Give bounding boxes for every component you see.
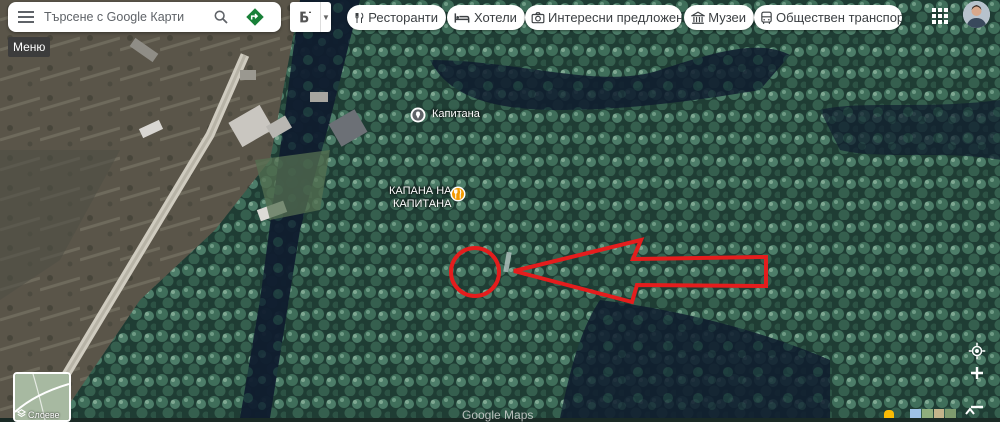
layers-icon xyxy=(17,409,26,418)
chip-hotels[interactable]: Хотели xyxy=(447,5,525,30)
search-button[interactable] xyxy=(204,2,238,32)
zoom-in-button[interactable] xyxy=(966,362,988,384)
chevron-up-icon xyxy=(965,407,975,415)
apps-grid-icon xyxy=(932,8,948,24)
plus-icon xyxy=(971,367,983,379)
chip-things-to-do[interactable]: Интересни предложения xyxy=(525,5,682,30)
chip-label: Музеи xyxy=(708,10,746,25)
my-location-icon xyxy=(968,342,986,360)
hamburger-menu-icon xyxy=(18,11,34,23)
layers-label: Слоеве xyxy=(28,410,60,420)
layer-switch-button[interactable]: ▼ xyxy=(290,2,331,32)
place-label-line2: КАПИТАНА xyxy=(393,198,452,210)
menu-button[interactable] xyxy=(8,2,44,32)
google-apps-button[interactable] xyxy=(930,6,950,26)
search-input[interactable] xyxy=(44,10,204,24)
directions-button[interactable] xyxy=(238,2,272,32)
camera-icon xyxy=(531,11,545,23)
place-pin-icon xyxy=(410,107,426,123)
place-label-line1: КАПАНА НА xyxy=(389,185,452,197)
imagery-thumbnails[interactable] xyxy=(910,409,956,418)
place-marker-kapana-na-kapitana[interactable]: КАПАНА НА КАПИТАНА xyxy=(385,183,475,213)
my-location-button[interactable] xyxy=(966,340,988,362)
layers-thumbnail[interactable]: Слоеве xyxy=(13,372,71,422)
search-icon xyxy=(214,10,228,24)
more-imagery-button[interactable] xyxy=(962,404,978,418)
chip-label: Интересни предложения xyxy=(548,10,682,25)
place-marker-kapitana[interactable]: Капитана xyxy=(409,106,519,126)
chip-museums[interactable]: Музеи xyxy=(684,5,754,30)
transit-layer-icon xyxy=(300,11,311,23)
chip-restaurants[interactable]: Ресторанти xyxy=(347,5,446,30)
google-maps-attribution: Google Maps xyxy=(462,408,534,422)
bus-icon xyxy=(761,11,772,24)
chip-label: Ресторанти xyxy=(368,10,438,25)
chip-label: Обществен транспорт xyxy=(776,10,902,25)
search-box xyxy=(8,2,281,32)
chevron-down-icon: ▼ xyxy=(322,12,330,22)
pegman-icon[interactable] xyxy=(884,410,894,418)
bed-icon xyxy=(454,12,470,23)
chip-label: Хотели xyxy=(474,10,517,25)
chip-transit[interactable]: Обществен транспорт xyxy=(754,5,902,30)
satellite-map[interactable] xyxy=(0,0,1000,418)
museum-icon xyxy=(690,10,705,24)
directions-icon xyxy=(246,8,264,26)
avatar[interactable] xyxy=(963,1,990,28)
menu-tooltip: Меню xyxy=(8,37,51,57)
place-label: Капитана xyxy=(432,108,480,120)
restaurant-pin-icon xyxy=(450,186,466,202)
fork-knife-icon xyxy=(355,12,364,23)
user-avatar-icon xyxy=(963,1,990,28)
